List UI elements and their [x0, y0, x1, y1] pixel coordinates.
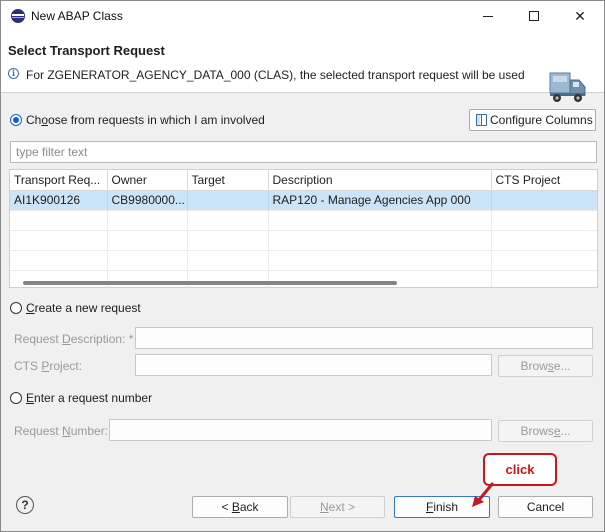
window-title: New ABAP Class	[31, 9, 123, 23]
close-icon: ✕	[574, 7, 586, 24]
request-description-label: Request Description: *	[14, 332, 134, 346]
cell-cts-project	[491, 190, 597, 211]
minimize-icon	[483, 15, 493, 17]
cancel-button[interactable]: Cancel	[498, 496, 593, 518]
empty-row	[10, 270, 597, 287]
maximize-button[interactable]	[511, 1, 557, 31]
horizontal-scrollbar[interactable]	[23, 281, 397, 285]
eclipse-icon	[11, 9, 25, 23]
column-header-cts-project[interactable]: CTS Project	[491, 170, 597, 191]
maximize-icon	[529, 11, 539, 21]
create-request-label[interactable]: Create a new request	[26, 301, 141, 315]
column-header-transport[interactable]: Transport Req...	[10, 170, 108, 191]
page-title: Select Transport Request	[8, 43, 165, 58]
header-message: For ZGENERATOR_AGENCY_DATA_000 (CLAS), t…	[26, 68, 525, 82]
cts-project-input[interactable]	[135, 354, 492, 376]
request-browse-button[interactable]: Browse...	[498, 420, 593, 442]
cts-project-label: CTS Project:	[14, 359, 83, 373]
create-request-radio[interactable]	[10, 302, 22, 314]
column-header-target[interactable]: Target	[187, 170, 269, 191]
table-header: Transport Req... Owner Target Descriptio…	[10, 170, 597, 191]
empty-row	[10, 230, 597, 251]
cell-description: RAP120 - Manage Agencies App 000	[268, 190, 492, 211]
request-number-label: Request Number:	[14, 424, 109, 438]
next-button[interactable]: Next >	[290, 496, 385, 518]
minimize-button[interactable]	[465, 1, 511, 31]
choose-requests-radio[interactable]	[10, 114, 22, 126]
columns-icon	[476, 114, 487, 126]
table-row[interactable]: AI1K900126 CB9980000... RAP120 - Manage …	[10, 190, 597, 211]
enter-request-label[interactable]: Enter a request number	[26, 391, 152, 405]
transport-requests-table: Transport Req... Owner Target Descriptio…	[9, 169, 598, 288]
cell-owner: CB9980000...	[107, 190, 188, 211]
wizard-header: Select Transport Request i For ZGENERATO…	[1, 31, 604, 102]
request-number-input[interactable]	[109, 419, 492, 441]
column-header-owner[interactable]: Owner	[107, 170, 188, 191]
enter-request-radio[interactable]	[10, 392, 22, 404]
info-icon: i	[8, 68, 19, 79]
truck-icon	[549, 72, 586, 102]
cts-browse-button[interactable]: Browse...	[498, 355, 593, 377]
empty-row	[10, 250, 597, 271]
callout-arrow-icon	[472, 482, 495, 507]
help-icon[interactable]: ?	[16, 496, 34, 514]
title-bar: New ABAP Class ✕	[1, 1, 604, 31]
close-button[interactable]: ✕	[557, 1, 603, 31]
cell-transport: AI1K900126	[10, 190, 108, 211]
column-header-description[interactable]: Description	[268, 170, 492, 191]
filter-input[interactable]	[10, 141, 597, 163]
empty-row	[10, 210, 597, 231]
configure-columns-button[interactable]: Configure Columns	[469, 109, 596, 131]
request-description-input[interactable]	[135, 327, 593, 349]
new-abap-class-dialog: New ABAP Class ✕ Select Transport Reques…	[0, 0, 605, 532]
choose-requests-label[interactable]: Choose from requests in which I am invol…	[26, 113, 265, 127]
cell-target	[187, 190, 269, 211]
back-button[interactable]: < Back	[192, 496, 288, 518]
